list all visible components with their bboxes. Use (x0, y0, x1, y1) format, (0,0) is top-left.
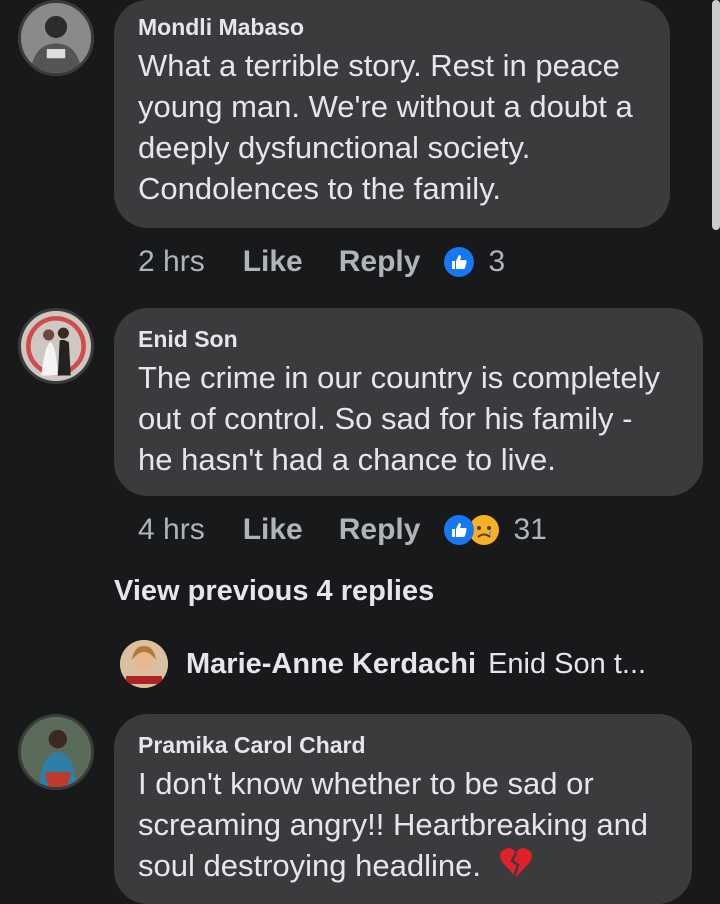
comment-timestamp[interactable]: 4 hrs (138, 513, 205, 547)
comment-author[interactable]: Enid Son (138, 326, 679, 353)
like-button[interactable]: Like (243, 245, 303, 279)
comment-text: What a terrible story. Rest in peace you… (138, 45, 646, 209)
comment-line: I don't know whether to be sad or (138, 766, 594, 801)
thumbs-up-icon (444, 247, 475, 277)
comment-bubble: Enid Son The crime in our country is com… (114, 308, 703, 496)
comment-line: What a terrible story. Rest in peace (138, 48, 620, 83)
comment-text: The crime in our country is completely o… (138, 357, 679, 480)
reply-button[interactable]: Reply (339, 245, 421, 279)
comment-actions: 2 hrs Like Reply 3 (138, 242, 505, 282)
comment-author[interactable]: Mondli Mabaso (138, 14, 646, 41)
reaction-count[interactable]: 3 (488, 245, 505, 279)
comment-author[interactable]: Pramika Carol Chard (138, 732, 668, 759)
comment-line: deeply dysfunctional society. (138, 130, 531, 165)
reply-snippet: Enid Son t... (488, 647, 647, 680)
avatar[interactable] (18, 0, 94, 76)
reply-author[interactable]: Marie-Anne Kerdachi (186, 648, 476, 681)
reactions[interactable] (444, 247, 475, 277)
comment-actions: 4 hrs Like Reply 31 (138, 510, 547, 550)
comment-line: soul destroying headline. (138, 848, 481, 883)
reply-preview[interactable]: Marie-Anne Kerdachi Enid Son t... (120, 640, 646, 688)
scrollbar[interactable] (712, 0, 720, 230)
comment-line: Condolences to the family. (138, 171, 502, 206)
comment-timestamp[interactable]: 2 hrs (138, 245, 205, 279)
comment-line: screaming angry!! Heartbreaking and (138, 807, 649, 842)
comment-line: The crime in our country is completely (138, 360, 661, 395)
view-previous-replies-link[interactable]: View previous 4 replies (114, 575, 434, 608)
broken-heart-icon (499, 847, 533, 889)
comment-bubble: Pramika Carol Chard I don't know whether… (114, 714, 692, 904)
like-button[interactable]: Like (243, 513, 303, 547)
comment-text: I don't know whether to be sad or scream… (138, 763, 668, 889)
comment-line: out of control. So sad for his family - (138, 401, 633, 436)
reaction-count[interactable]: 31 (513, 513, 546, 547)
comment-line: he hasn't had a chance to live. (138, 442, 556, 477)
avatar[interactable] (18, 714, 94, 790)
reply-button[interactable]: Reply (339, 513, 421, 547)
avatar[interactable] (120, 640, 168, 688)
comment-bubble: Mondli Mabaso What a terrible story. Res… (114, 0, 670, 228)
avatar[interactable] (18, 308, 94, 384)
reactions[interactable] (444, 515, 500, 545)
comment-line: young man. We're without a doubt a (138, 89, 633, 124)
